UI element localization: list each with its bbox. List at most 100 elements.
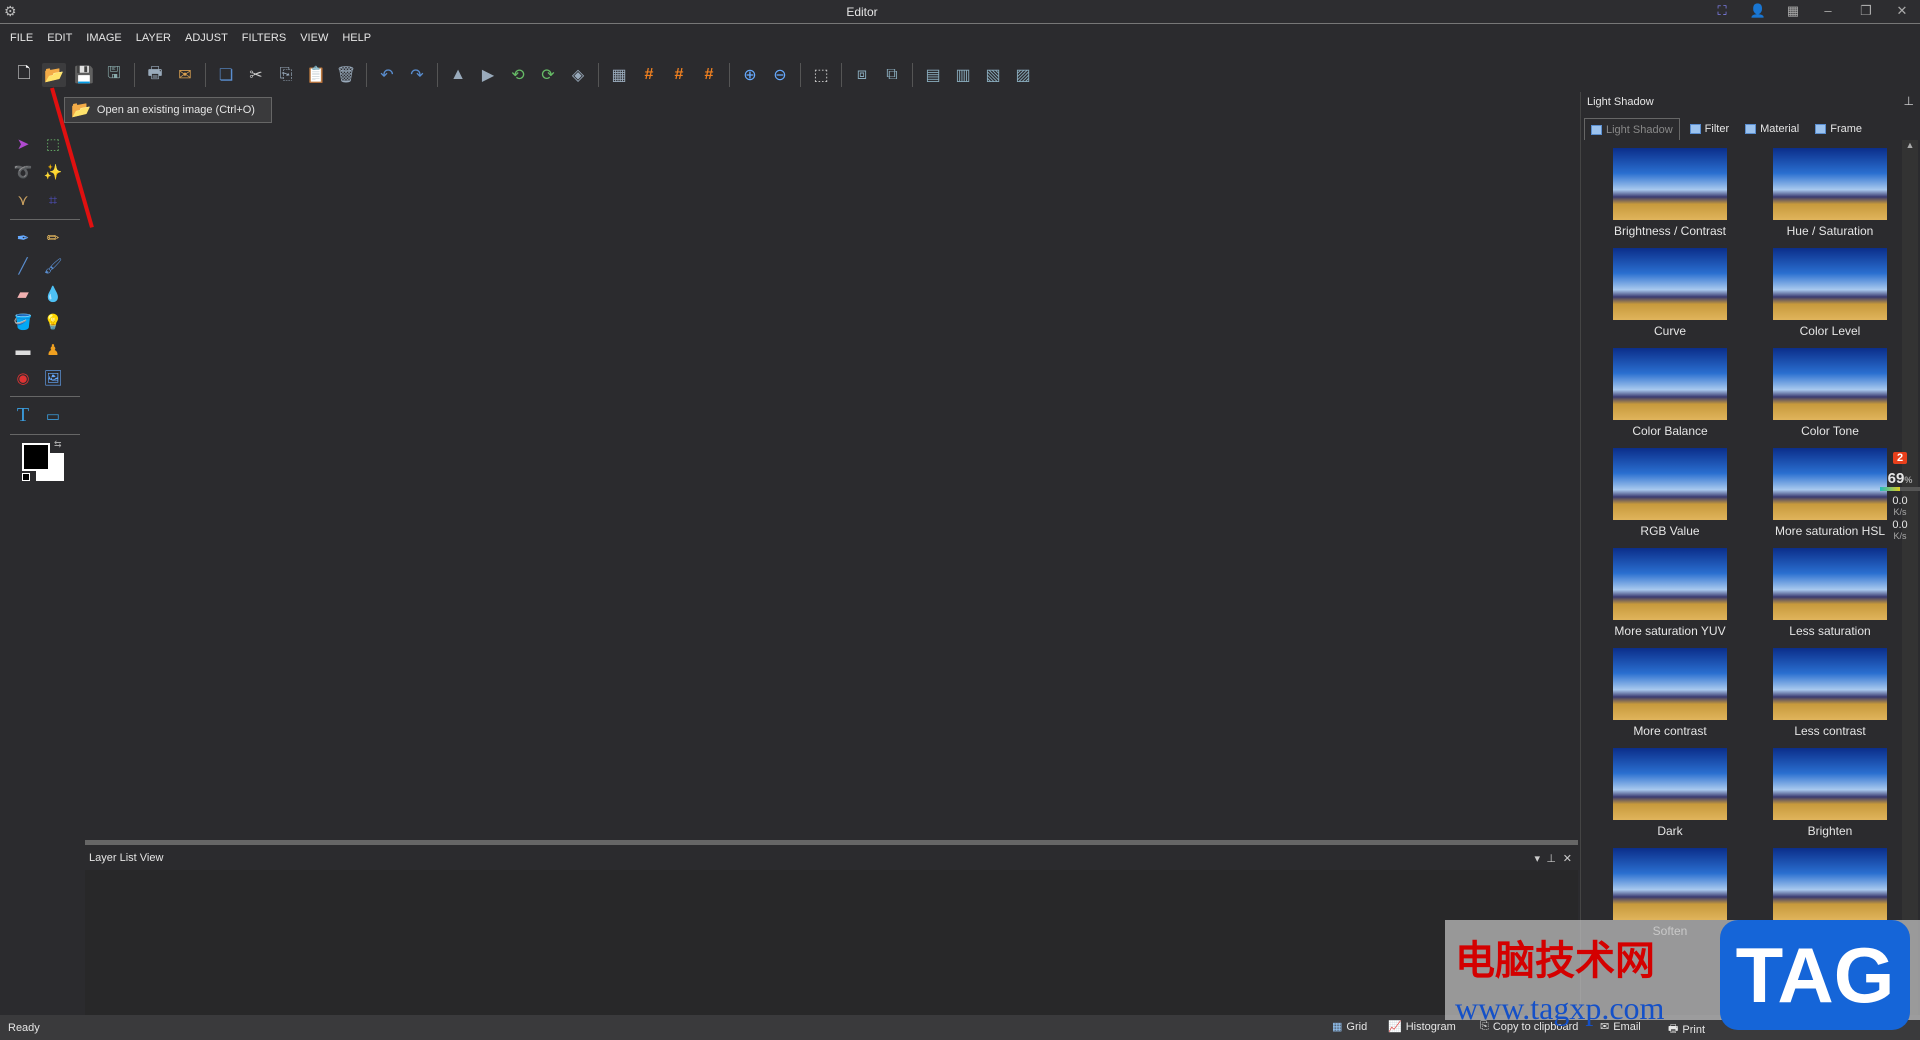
effect-item[interactable]: Brighten — [1750, 748, 1910, 838]
grid-frame-icon[interactable]: # — [667, 63, 691, 87]
rotate-left-icon[interactable]: ⟲ — [506, 63, 530, 87]
effect-item[interactable]: Color Tone — [1750, 348, 1910, 438]
polygon-lasso-tool-icon[interactable]: ⋎ — [8, 186, 38, 214]
close-icon[interactable]: ✕ — [1563, 852, 1572, 865]
dropdown-icon[interactable]: ▾ — [1534, 852, 1540, 865]
align-middle-icon[interactable]: ▥ — [951, 63, 975, 87]
print-icon[interactable]: 🖶 — [143, 63, 167, 87]
menu-edit[interactable]: EDIT — [47, 32, 72, 48]
effects-scrollbar[interactable]: ▲ — [1902, 140, 1918, 1015]
menu-help[interactable]: HELP — [342, 32, 371, 48]
effect-label: Less saturation — [1789, 624, 1871, 638]
foreground-color-swatch[interactable] — [22, 442, 50, 471]
tab-filter[interactable]: Filter — [1684, 118, 1735, 140]
flip-horizontal-icon[interactable]: ▶ — [476, 63, 500, 87]
swap-colors-icon[interactable]: ⇆ — [54, 439, 62, 450]
avatar-icon[interactable]: 👤 — [1748, 3, 1768, 21]
dropper-tool-icon[interactable]: ✒ — [8, 224, 38, 252]
grid-fine-icon[interactable]: # — [697, 63, 721, 87]
print-button[interactable]: 🖶 Print — [1668, 1020, 1705, 1039]
effect-item[interactable]: Dark — [1590, 748, 1750, 838]
email-icon[interactable]: ✉ — [173, 63, 197, 87]
rectangle-shape-tool-icon[interactable]: ▭ — [38, 402, 68, 430]
pin-icon[interactable]: ⊥ — [1904, 94, 1914, 108]
close-button[interactable]: ✕ — [1892, 3, 1912, 21]
effect-item[interactable]: RGB Value — [1590, 448, 1750, 538]
effect-item[interactable]: More saturation YUV — [1590, 548, 1750, 638]
fit-canvas-icon[interactable]: ⧈ — [850, 63, 874, 87]
fill-bucket-tool-icon[interactable]: 🪣 — [8, 308, 38, 336]
effect-item[interactable]: Less contrast — [1750, 648, 1910, 738]
grid-icon[interactable]: # — [637, 63, 661, 87]
tab-material[interactable]: Material — [1739, 118, 1805, 140]
align-top-icon[interactable]: ▤ — [921, 63, 945, 87]
align-bottom-icon[interactable]: ▧ — [981, 63, 1005, 87]
copy-icon[interactable]: ⎘ — [274, 63, 298, 87]
move-tool-icon[interactable]: ➤ — [8, 130, 38, 158]
open-folder-icon[interactable]: 📂 — [42, 63, 66, 87]
effect-item[interactable]: Color Level — [1750, 248, 1910, 338]
effect-item[interactable]: Color Balance — [1590, 348, 1750, 438]
copy-layer-icon[interactable]: ❏ — [214, 63, 238, 87]
pencil-tool-icon[interactable]: ✏ — [38, 224, 68, 252]
menu-adjust[interactable]: ADJUST — [185, 32, 228, 48]
text-tool-icon[interactable]: T — [8, 401, 38, 429]
blur-drop-tool-icon[interactable]: 💧 — [38, 280, 68, 308]
zoom-in-icon[interactable]: ⊕ — [738, 63, 762, 87]
save-as-icon[interactable]: 🖫 — [102, 63, 126, 87]
gradient-tool-icon[interactable]: ▬ — [8, 336, 38, 364]
redo-icon[interactable]: ↷ — [405, 63, 429, 87]
fullscreen-icon[interactable]: ⛶ — [1712, 3, 1732, 21]
tab-frame[interactable]: Frame — [1809, 118, 1868, 140]
magic-wand-tool-icon[interactable]: ✨ — [38, 158, 68, 186]
menu-layer[interactable]: LAYER — [136, 32, 171, 48]
flip-vertical-icon[interactable]: ▲ — [446, 63, 470, 87]
layer-list[interactable] — [85, 870, 1578, 1015]
red-eye-tool-icon[interactable]: ◉ — [8, 364, 38, 392]
tab-light-shadow[interactable]: Light Shadow — [1584, 118, 1680, 140]
eraser-tool-icon[interactable]: ▰ — [8, 280, 38, 308]
image-brush-tool-icon[interactable]: 🖼 — [38, 364, 68, 392]
paste-icon[interactable]: 📋 — [304, 63, 328, 87]
effect-item[interactable]: More contrast — [1590, 648, 1750, 738]
select-pointer-icon[interactable]: ⬚ — [809, 63, 833, 87]
rotate-free-icon[interactable]: ◈ — [566, 63, 590, 87]
effect-label: More saturation HSL — [1774, 524, 1886, 538]
new-file-icon[interactable]: 🗋 — [12, 63, 36, 87]
cut-icon[interactable]: ✂ — [244, 63, 268, 87]
menu-image[interactable]: IMAGE — [86, 32, 121, 48]
align-right-icon[interactable]: ▨ — [1011, 63, 1035, 87]
minimize-button[interactable]: – — [1818, 3, 1838, 21]
layer-panel-header: Layer List View ▾ ⊥ ✕ — [85, 848, 1578, 868]
save-icon[interactable]: 💾 — [72, 63, 96, 87]
menu-view[interactable]: VIEW — [300, 32, 328, 48]
scroll-up-icon[interactable]: ▲ — [1902, 140, 1918, 150]
effect-item[interactable]: Curve — [1590, 248, 1750, 338]
zoom-out-icon[interactable]: ⊖ — [768, 63, 792, 87]
perspective-grid-icon[interactable]: ▦ — [607, 63, 631, 87]
color-replace-tool-icon[interactable]: 💡 — [38, 308, 68, 336]
stamp-tool-icon[interactable]: ♟ — [38, 336, 68, 364]
effect-item[interactable]: Brightness / Contrast — [1590, 148, 1750, 238]
grid-toggle[interactable]: ▦ Grid — [1332, 1020, 1367, 1034]
rotate-right-icon[interactable]: ⟳ — [536, 63, 560, 87]
panel-splitter[interactable] — [85, 840, 1578, 845]
menu-filters[interactable]: FILTERS — [242, 32, 286, 48]
undo-icon[interactable]: ↶ — [375, 63, 399, 87]
canvas-area[interactable] — [85, 100, 1578, 840]
brush-tool-icon[interactable]: 🖌 — [38, 252, 68, 280]
menu-file[interactable]: FILE — [10, 32, 33, 48]
effect-item[interactable]: Less saturation — [1750, 548, 1910, 638]
effect-item[interactable]: Hue / Saturation — [1750, 148, 1910, 238]
restore-button[interactable]: ❐ — [1856, 3, 1876, 21]
histogram-toggle[interactable]: 📈 Histogram — [1388, 1020, 1456, 1034]
effect-thumbnail — [1613, 148, 1727, 220]
line-tool-icon[interactable]: ╱ — [8, 252, 38, 280]
lasso-tool-icon[interactable]: ➰ — [8, 158, 38, 186]
fit-selection-icon[interactable]: ⧉ — [880, 63, 904, 87]
palette-icon[interactable]: ▦ — [1783, 3, 1803, 21]
delete-icon[interactable]: 🗑 — [334, 63, 358, 87]
pin-icon[interactable]: ⊥ — [1546, 852, 1556, 865]
crop-tool-icon[interactable]: ⌗ — [38, 187, 68, 215]
reset-colors-icon[interactable] — [22, 472, 30, 481]
